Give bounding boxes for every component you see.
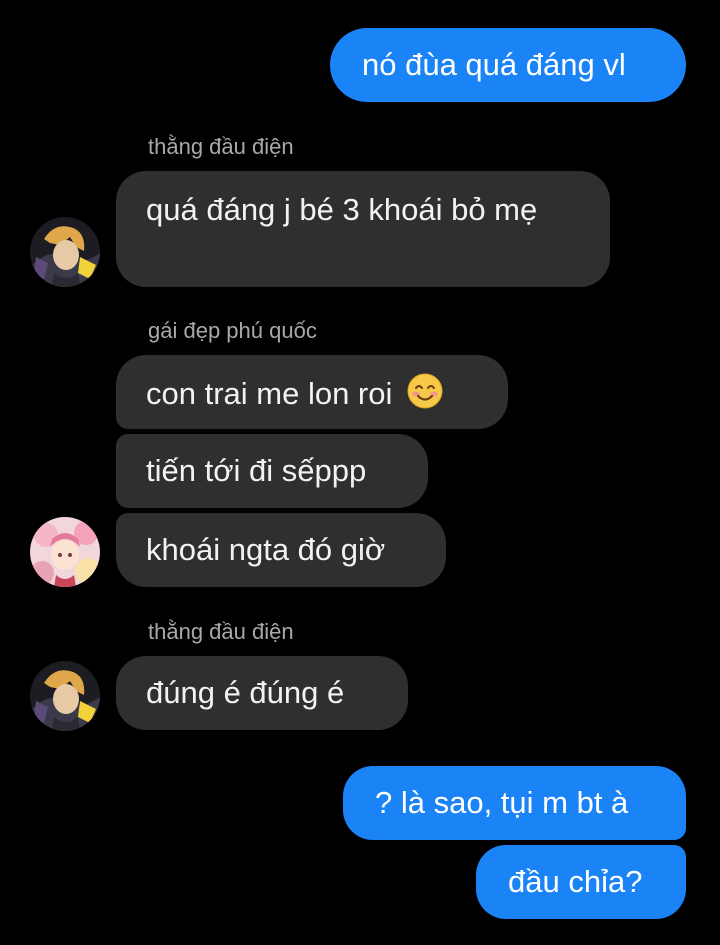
incoming-message-bubble[interactable]: đúng é đúng é (116, 656, 408, 730)
sender-name: thằng đầu điện (148, 619, 294, 644)
incoming-message-bubble[interactable]: quá đáng j bé 3 khoái bỏ mẹ (116, 171, 610, 287)
message-text: con trai me lon roi (146, 376, 393, 411)
message-text: tiến tới đi sếppp (146, 453, 367, 488)
message-text: nó đùa quá đáng vl (362, 47, 626, 82)
sender-name: thằng đầu điện (148, 134, 294, 159)
message-text: đúng é đúng é (146, 675, 345, 710)
avatar-image (30, 661, 100, 731)
avatar-image (30, 217, 100, 287)
incoming-message-bubble[interactable]: tiến tới đi sếppp (116, 434, 428, 508)
avatar-image (30, 517, 100, 587)
message-text: khoái ngta đó giờ (146, 532, 386, 567)
sender-name: gái đẹp phú quốc (148, 318, 317, 343)
avatar-gai-dep-phu-quoc[interactable] (30, 517, 100, 587)
smiling-face-emoji-icon (407, 373, 443, 418)
avatar-thang-dau-dien[interactable] (30, 661, 100, 731)
message-text: ? là sao, tụi m bt à (375, 785, 629, 820)
message-text: quá đáng j bé 3 khoái bỏ mẹ (146, 192, 538, 227)
outgoing-message-bubble[interactable]: nó đùa quá đáng vl (330, 28, 686, 102)
message-text: đầu chỉa? (508, 864, 643, 899)
avatar-thang-dau-dien[interactable] (30, 217, 100, 287)
outgoing-message-bubble[interactable]: đầu chỉa? (476, 845, 686, 919)
incoming-message-bubble[interactable]: khoái ngta đó giờ (116, 513, 446, 587)
outgoing-message-bubble[interactable]: ? là sao, tụi m bt à (343, 766, 686, 840)
incoming-message-bubble[interactable]: con trai me lon roi (116, 355, 508, 429)
